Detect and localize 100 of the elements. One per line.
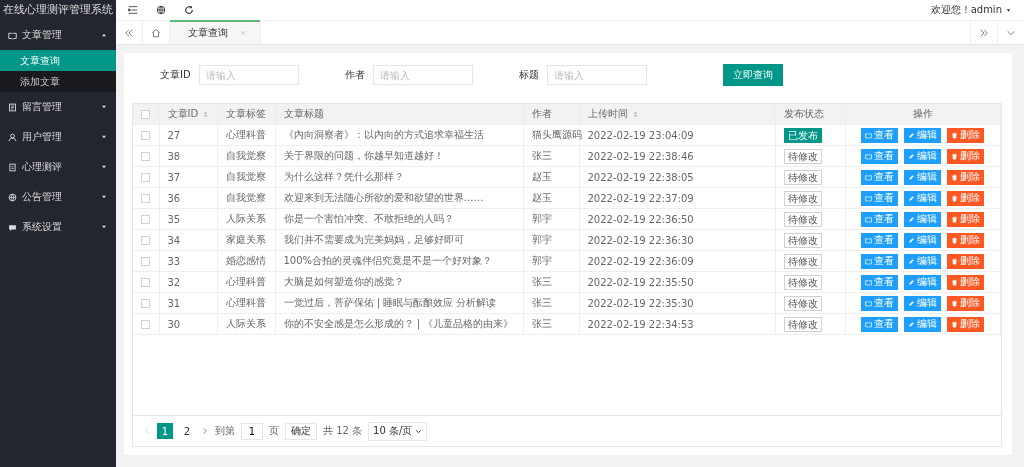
checkbox[interactable] (141, 151, 151, 161)
page-input[interactable]: 1 (241, 422, 263, 440)
book-icon (865, 173, 873, 181)
delete-button[interactable]: 删除 (947, 253, 985, 269)
column-header[interactable]: 上传时间 (587, 107, 628, 121)
input-field[interactable]: 请输入 (546, 65, 647, 85)
trash-icon (951, 152, 959, 160)
field-label: 作者 (344, 68, 365, 82)
edit-button[interactable]: 编辑 (904, 253, 942, 269)
trash-icon (951, 131, 959, 139)
delete-button[interactable]: 删除 (947, 190, 985, 206)
user-menu[interactable]: 欢迎您！admin (930, 3, 1012, 17)
caret-icon (100, 163, 108, 171)
home-icon[interactable] (151, 27, 161, 38)
delete-button[interactable]: 删除 (947, 148, 985, 164)
view-button[interactable]: 查看 (861, 190, 899, 206)
menu-item[interactable]: 留言管理 (0, 92, 116, 122)
table-cell: 自我觉察 (225, 149, 266, 163)
input-field[interactable]: 请输入 (198, 65, 299, 85)
table-cell: 人际关系 (225, 212, 266, 226)
view-button[interactable]: 查看 (861, 148, 899, 164)
edit-button[interactable]: 编辑 (904, 295, 942, 311)
search-button[interactable]: 立即查询 (722, 64, 783, 86)
view-button[interactable]: 查看 (861, 253, 899, 269)
trash-icon (951, 278, 959, 286)
checkbox[interactable] (141, 130, 151, 140)
input-field[interactable]: 请输入 (372, 65, 473, 85)
edit-button[interactable]: 编辑 (904, 169, 942, 185)
edit-button[interactable]: 编辑 (904, 148, 942, 164)
table-cell: 张三 (531, 317, 552, 331)
page-size-select[interactable]: 10 条/页 (368, 421, 428, 441)
table-cell: 赵玉 (531, 170, 552, 184)
sort-icon[interactable] (202, 109, 210, 119)
page-button[interactable]: 2 (179, 423, 195, 439)
confirm-button[interactable]: 确定 (285, 422, 317, 440)
edit-button[interactable]: 编辑 (904, 316, 942, 332)
menu-item[interactable]: 用户管理 (0, 122, 116, 152)
table-cell: 大脑是如何塑造你的感觉？ (283, 275, 404, 289)
table-cell: 2022-02-19 22:36:50 (587, 213, 694, 225)
delete-button[interactable]: 删除 (947, 211, 985, 227)
delete-button[interactable]: 删除 (947, 274, 985, 290)
view-button[interactable]: 查看 (861, 295, 899, 311)
menu-icon[interactable] (128, 5, 138, 15)
trash-icon (951, 236, 959, 244)
status-tag: 待修改 (783, 295, 822, 311)
delete-button[interactable]: 删除 (947, 295, 985, 311)
checkbox[interactable] (141, 193, 151, 203)
status-tag: 待修改 (783, 148, 822, 164)
delete-button[interactable]: 删除 (947, 127, 985, 143)
edit-button[interactable]: 编辑 (904, 190, 942, 206)
table-cell: 2022-02-19 22:35:50 (587, 276, 694, 288)
refresh-icon[interactable] (184, 5, 194, 15)
page-tab[interactable]: 文章查询 (170, 21, 261, 44)
view-button[interactable]: 查看 (861, 127, 899, 143)
menu-item[interactable]: 系统设置 (0, 212, 116, 242)
column-header: 发布状态 (783, 107, 824, 121)
edit-button[interactable]: 编辑 (904, 274, 942, 290)
table-cell: 100%合拍的灵魂伴侣究竟是不是一个好对象？ (283, 254, 493, 268)
book-icon (865, 320, 873, 328)
checkbox[interactable] (141, 109, 151, 119)
menu-item[interactable]: 公告管理 (0, 182, 116, 212)
double-right-icon[interactable] (979, 27, 989, 38)
edit-button[interactable]: 编辑 (904, 211, 942, 227)
checkbox[interactable] (141, 172, 151, 182)
close-icon[interactable] (240, 29, 246, 36)
edit-button[interactable]: 编辑 (904, 127, 942, 143)
view-button[interactable]: 查看 (861, 211, 899, 227)
table-cell: 《内向洞察者》：以内向的方式追求幸福生活 (283, 128, 484, 142)
menu-item[interactable]: 文章管理 (0, 20, 116, 50)
delete-button[interactable]: 删除 (947, 169, 985, 185)
delete-button[interactable]: 删除 (947, 316, 985, 332)
pencil-icon (908, 173, 916, 181)
view-button[interactable]: 查看 (861, 316, 899, 332)
menu-item[interactable]: 心理测评 (0, 152, 116, 182)
caret-icon (415, 427, 423, 435)
view-button[interactable]: 查看 (861, 274, 899, 290)
sort-icon[interactable] (631, 109, 639, 119)
checkbox[interactable] (141, 235, 151, 245)
chevron-left-icon[interactable] (143, 427, 151, 435)
checkbox[interactable] (141, 298, 151, 308)
checkbox[interactable] (141, 256, 151, 266)
table-cell: 你是一个害怕冲突、不敢拒绝的人吗？ (283, 212, 454, 226)
globe-icon[interactable] (156, 5, 166, 15)
checkbox[interactable] (141, 277, 151, 287)
submenu-item[interactable]: 添加文章 (0, 71, 116, 92)
caret-icon (100, 193, 108, 201)
table-cell: 33 (167, 255, 181, 267)
chat-icon (8, 222, 17, 232)
checkbox[interactable] (141, 214, 151, 224)
checkbox[interactable] (141, 319, 151, 329)
view-button[interactable]: 查看 (861, 232, 899, 248)
delete-button[interactable]: 删除 (947, 232, 985, 248)
double-left-icon[interactable] (124, 27, 134, 38)
chevron-right-icon[interactable] (201, 427, 209, 435)
submenu-item[interactable]: 文章查询 (0, 50, 116, 71)
edit-button[interactable]: 编辑 (904, 232, 942, 248)
page-button[interactable]: 1 (157, 423, 173, 439)
status-tag: 待修改 (783, 253, 822, 269)
trash-icon (951, 173, 959, 181)
view-button[interactable]: 查看 (861, 169, 899, 185)
